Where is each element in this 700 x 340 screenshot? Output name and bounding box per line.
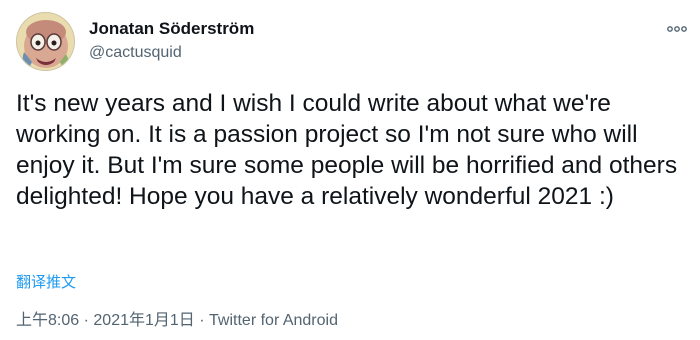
separator: · (199, 312, 205, 329)
separator: · (83, 312, 89, 329)
tweet-text: It's new years and I wish I could write … (16, 90, 678, 210)
translate-tweet-link[interactable]: 翻译推文 (16, 272, 76, 292)
avatar-image (16, 12, 75, 71)
tweet-source[interactable]: Twitter for Android (209, 312, 338, 329)
tweet-card: Jonatan Söderström @cactusquid It's new … (0, 0, 700, 340)
display-name[interactable]: Jonatan Söderström (89, 18, 254, 40)
avatar[interactable] (16, 12, 75, 71)
tweet-metadata: 上午8:06 · 2021年1月1日 · Twitter for Android (16, 310, 338, 332)
author-info[interactable]: Jonatan Söderström @cactusquid (89, 18, 254, 64)
more-options-button[interactable] (666, 22, 688, 36)
user-handle[interactable]: @cactusquid (89, 42, 254, 64)
tweet-time[interactable]: 上午8:06 (16, 312, 79, 329)
more-horizontal-icon (667, 26, 687, 32)
tweet-date[interactable]: 2021年1月1日 (93, 312, 194, 329)
